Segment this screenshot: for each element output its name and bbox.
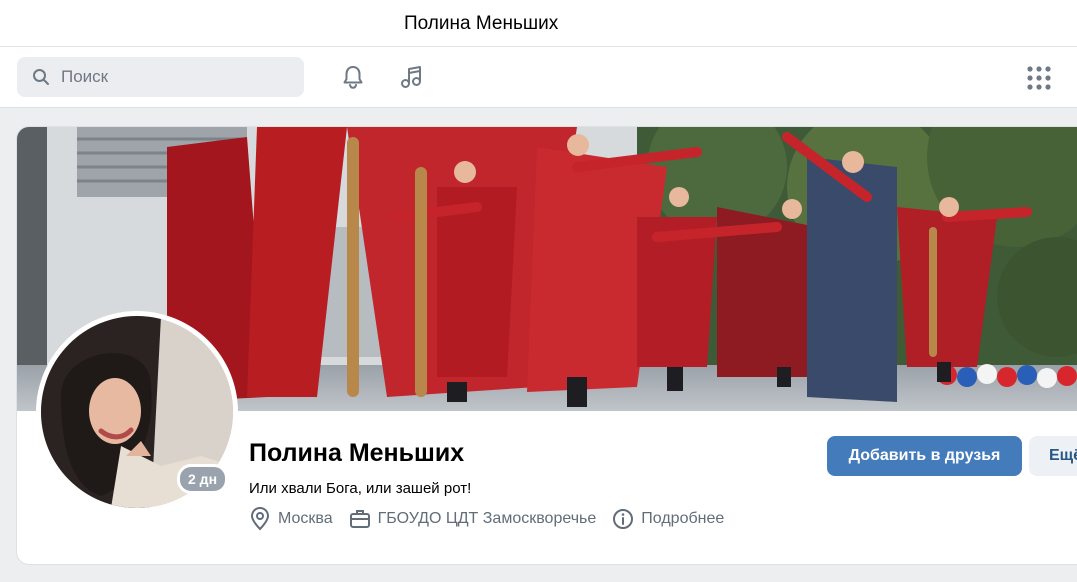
info-work-label: ГБОУДО ЦДТ Замоскворечье (377, 510, 597, 527)
bell-icon[interactable] (339, 63, 367, 91)
profile-card (17, 127, 1077, 564)
music-icon[interactable] (398, 63, 426, 91)
search-input[interactable] (61, 57, 291, 97)
info-more-label: Подробнее (641, 510, 725, 527)
top-header (0, 47, 1077, 108)
location-icon (250, 507, 270, 531)
last-seen-badge: 2 дн (177, 464, 229, 494)
info-icon (613, 509, 634, 529)
search-box[interactable] (17, 57, 304, 97)
more-button[interactable]: Ещё (1029, 436, 1077, 476)
window-title-bar: Полина Меньших (0, 0, 1077, 47)
add-friend-button[interactable]: Добавить в друзья (827, 436, 1022, 476)
apps-grid-icon[interactable] (1026, 65, 1052, 91)
search-icon (33, 69, 49, 85)
window-title: Полина Меньших (404, 13, 559, 34)
briefcase-icon (349, 510, 370, 528)
profile-info-row: Москва ГБОУДО ЦДТ Замоскворечье Подробне… (249, 507, 740, 531)
profile-name: Полина Меньших (249, 439, 465, 467)
info-work[interactable]: ГБОУДО ЦДТ Замоскворечье (349, 508, 597, 530)
profile-status: Или хвали Бога, или зашей рот! (249, 480, 472, 497)
info-location-label: Москва (278, 510, 333, 527)
info-more[interactable]: Подробнее (612, 508, 724, 530)
info-location: Москва (249, 507, 333, 531)
